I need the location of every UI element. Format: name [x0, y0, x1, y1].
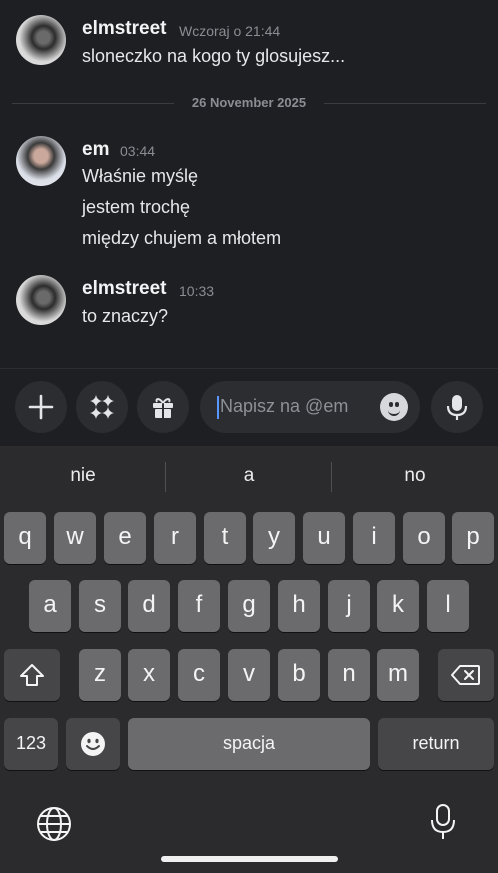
backspace-icon	[451, 665, 480, 685]
microphone-icon	[431, 804, 455, 839]
voice-message-button[interactable]	[431, 381, 483, 433]
key-t[interactable]: t	[204, 512, 246, 564]
message-composer: Napisz na @em	[0, 368, 498, 447]
message-text: między chujem a młotem	[82, 228, 282, 248]
key-c[interactable]: c	[178, 649, 220, 701]
key-f[interactable]: f	[178, 580, 220, 632]
key-l[interactable]: l	[427, 580, 469, 632]
add-attachment-button[interactable]	[15, 381, 67, 433]
onscreen-keyboard: nie a no q w e r t y u i o p a s d f g h…	[0, 446, 498, 873]
globe-icon	[37, 807, 71, 841]
return-key[interactable]: return	[378, 718, 494, 770]
key-u[interactable]: u	[303, 512, 345, 564]
message-list: elmstreet Wczoraj o 21:44 sloneczko na k…	[0, 0, 498, 368]
author-name[interactable]: elmstreet	[82, 18, 167, 40]
message-input[interactable]: Napisz na @em	[200, 381, 420, 433]
emoji-key[interactable]	[66, 718, 120, 770]
smiley-icon[interactable]	[380, 393, 408, 421]
key-m[interactable]: m	[377, 649, 419, 701]
key-v[interactable]: v	[228, 649, 270, 701]
key-w[interactable]: w	[54, 512, 96, 564]
key-d[interactable]: d	[128, 580, 170, 632]
key-e[interactable]: e	[104, 512, 146, 564]
timestamp: 10:33	[179, 283, 215, 299]
home-indicator[interactable]	[161, 856, 338, 862]
microphone-icon	[446, 395, 468, 420]
shift-icon	[20, 664, 44, 686]
key-a[interactable]: a	[29, 580, 71, 632]
key-q[interactable]: q	[4, 512, 46, 564]
key-n[interactable]: n	[328, 649, 370, 701]
message-placeholder: Napisz na @em	[220, 396, 349, 416]
gift-icon	[153, 398, 173, 418]
timestamp: 03:44	[120, 143, 156, 159]
key-g[interactable]: g	[228, 580, 270, 632]
timestamp: Wczoraj o 21:44	[179, 23, 281, 39]
key-x[interactable]: x	[128, 649, 170, 701]
key-h[interactable]: h	[278, 580, 320, 632]
key-o[interactable]: o	[403, 512, 445, 564]
message-text: Właśnie myślę	[82, 166, 199, 186]
globe-key[interactable]	[34, 804, 74, 844]
key-j[interactable]: j	[328, 580, 370, 632]
date-label: 26 November 2025	[179, 95, 319, 110]
key-r[interactable]: r	[154, 512, 196, 564]
shift-key[interactable]	[4, 649, 60, 701]
message-text: sloneczko na kogo ty glosujesz...	[82, 46, 346, 66]
message-text: jestem trochę	[82, 197, 191, 217]
backspace-key[interactable]	[438, 649, 494, 701]
key-s[interactable]: s	[79, 580, 121, 632]
key-i[interactable]: i	[353, 512, 395, 564]
message-text: to znaczy?	[82, 306, 169, 326]
apps-button[interactable]	[76, 381, 128, 433]
date-divider: 26 November 2025	[12, 95, 486, 110]
sparkles-icon	[90, 395, 114, 419]
suggestion-1[interactable]: nie	[0, 446, 166, 506]
key-k[interactable]: k	[377, 580, 419, 632]
numbers-key[interactable]: 123	[4, 718, 58, 770]
key-z[interactable]: z	[79, 649, 121, 701]
suggestion-3[interactable]: no	[332, 446, 498, 506]
author-name[interactable]: elmstreet	[82, 278, 167, 300]
key-p[interactable]: p	[452, 512, 494, 564]
text-caret	[217, 396, 219, 419]
key-b[interactable]: b	[278, 649, 320, 701]
avatar[interactable]	[16, 275, 66, 325]
key-y[interactable]: y	[253, 512, 295, 564]
gift-button[interactable]	[137, 381, 189, 433]
dictation-key[interactable]	[428, 802, 458, 842]
smiley-icon	[81, 732, 105, 756]
space-key[interactable]: spacja	[128, 718, 370, 770]
avatar[interactable]	[16, 136, 66, 186]
plus-icon	[28, 394, 54, 420]
suggestion-2[interactable]: a	[166, 446, 332, 506]
author-name[interactable]: em	[82, 139, 109, 161]
avatar[interactable]	[16, 15, 66, 65]
